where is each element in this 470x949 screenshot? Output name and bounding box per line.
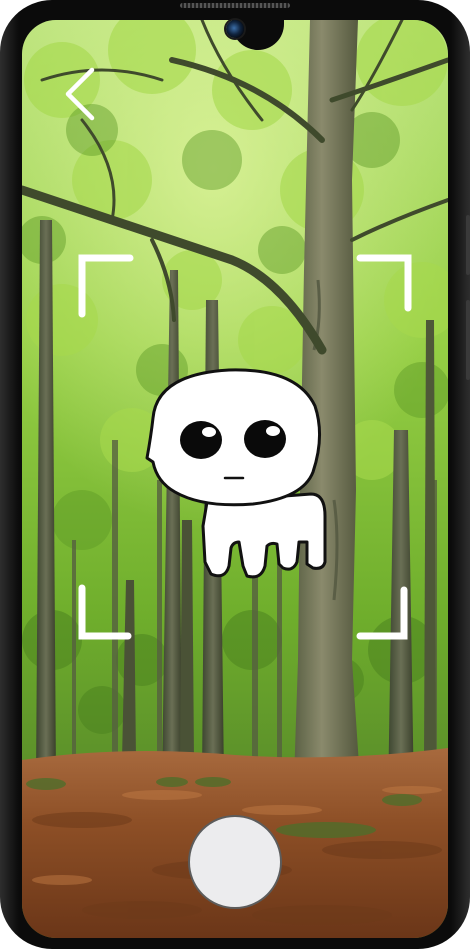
power-button: [466, 215, 470, 275]
focus-frame-corner-bottom-left: [78, 584, 132, 648]
front-camera-lens: [226, 20, 244, 38]
focus-frame-corner-bottom-right: [356, 586, 410, 648]
focus-frame-corner-top-right: [356, 254, 412, 316]
chevron-left-icon: [65, 67, 95, 121]
ar-character-sticker[interactable]: [143, 366, 329, 586]
speaker-grill: [180, 3, 290, 8]
shutter-button[interactable]: [188, 815, 282, 909]
volume-button: [466, 300, 470, 380]
focus-frame-corner-top-left: [78, 254, 134, 318]
back-button[interactable]: [58, 66, 104, 122]
